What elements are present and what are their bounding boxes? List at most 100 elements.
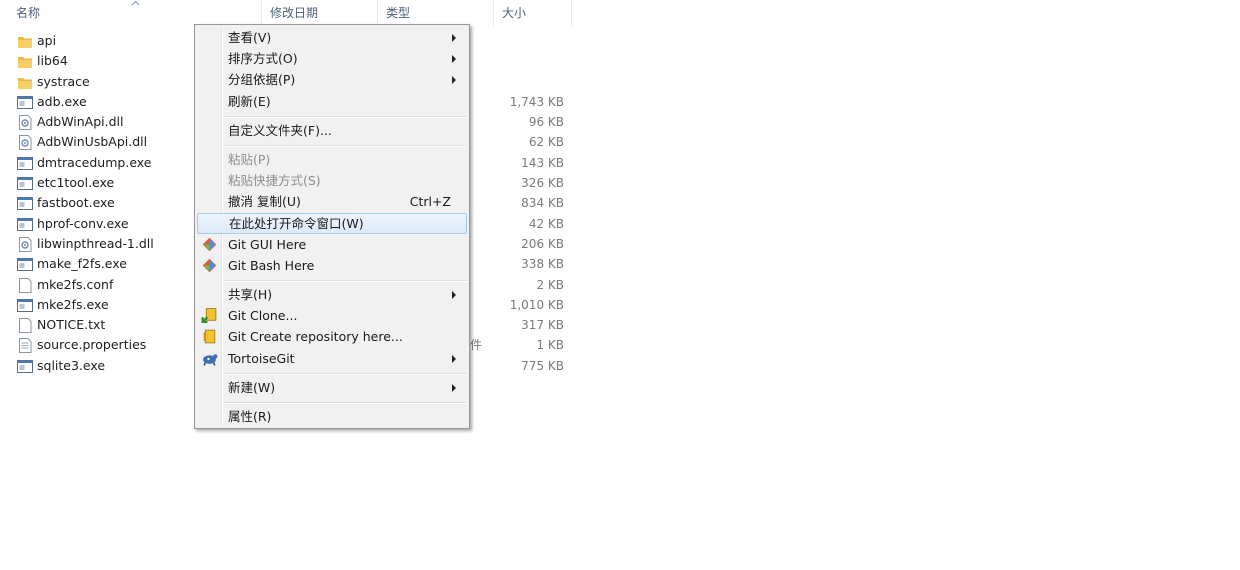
menu-item-label: Git Clone... [228,308,298,323]
column-size[interactable]: 大小 [494,0,572,26]
folder-icon [17,54,33,69]
menu-item-properties[interactable]: 属性(R) [197,406,467,427]
menu-item-label: 粘贴快捷方式(S) [228,173,321,188]
exe-icon [17,298,33,313]
menu-item-label: 自定义文件夹(F)... [228,123,332,138]
file-name: dmtracedump.exe [37,154,152,170]
menu-item-new[interactable]: 新建(W) [197,377,467,398]
file-name: hprof-conv.exe [37,215,129,231]
file-size: 338 KB [521,257,564,272]
git-logo-icon [202,258,217,273]
exe-icon [17,196,33,211]
menu-item-git-create-repository[interactable]: Git Create repository here... [197,326,467,347]
menu-item-customize-folder[interactable]: 自定义文件夹(F)... [197,120,467,141]
menu-item-label: Git Create repository here... [228,329,403,344]
menu-item-label: 撤消 复制(U) [228,194,301,209]
folder-icon [17,75,33,90]
menu-item-label: Git Bash Here [228,258,315,273]
submenu-arrow-icon [452,55,456,63]
menu-item-label: 在此处打开命令窗口(W) [229,216,364,231]
menu-item-undo-copy[interactable]: 撤消 复制(U) Ctrl+Z [197,191,467,212]
dll-icon [17,115,33,131]
file-size [470,31,564,51]
file-name: AdbWinApi.dll [37,114,124,130]
tortoisegit-icon [203,354,218,366]
menu-item-label: Git GUI Here [228,237,307,252]
git-logo-icon [202,237,217,252]
file-name: source.properties [37,337,147,353]
file-name: make_f2fs.exe [37,256,127,272]
column-type[interactable]: 类型 [378,0,494,26]
file-name: etc1tool.exe [37,175,115,191]
menu-separator [223,116,467,118]
exe-icon [17,95,33,110]
blank-file-icon [17,277,33,293]
menu-item-label: TortoiseGit [228,351,295,366]
exe-icon [17,359,33,374]
exe-icon [17,257,33,272]
menu-item-label: 共享(H) [228,287,273,302]
file-size: 96 KB [528,115,564,130]
blank-file-icon [17,318,33,334]
file-size: 42 KB [528,216,564,231]
menu-item-label: 分组依据(P) [228,72,296,87]
submenu-arrow-icon [452,384,456,392]
context-menu: 查看(V) 排序方式(O) 分组依据(P) 刷新(E) 自定义文件夹(F)...… [194,24,470,429]
file-size: 62 KB [528,135,564,150]
git-clone-icon [201,308,217,323]
file-size: 2 KB [536,277,564,292]
menu-item-label: 粘贴(P) [228,152,271,167]
file-size [470,51,564,71]
menu-item-git-gui[interactable]: Git GUI Here [197,234,467,255]
folder-icon [17,34,33,49]
menu-item-label: 属性(R) [228,409,272,424]
file-name: systrace [37,73,90,89]
menu-item-label: 新建(W) [228,380,276,395]
exe-icon [17,217,33,232]
menu-separator [223,280,467,282]
menu-item-view[interactable]: 查看(V) [197,27,467,48]
exe-icon [17,156,33,171]
file-size: 317 KB [521,318,564,333]
text-file-icon [17,338,33,354]
file-name: fastboot.exe [37,195,115,211]
file-size: 326 KB [521,176,564,191]
file-name: AdbWinUsbApi.dll [37,134,148,150]
menu-item-git-bash[interactable]: Git Bash Here [197,255,467,276]
file-name: api [37,33,57,48]
submenu-arrow-icon [452,355,456,363]
file-size [470,72,564,92]
file-name: mke2fs.exe [37,296,109,312]
file-name: NOTICE.txt [37,317,106,333]
file-size: 1 KB [536,338,564,353]
submenu-arrow-icon [452,291,456,299]
file-name: mke2fs.conf [37,276,114,292]
column-name[interactable]: 名称 [8,0,262,26]
menu-item-paste: 粘贴(P) [197,149,467,170]
menu-item-label: 刷新(E) [228,94,271,109]
column-date-modified[interactable]: 修改日期 [262,0,378,26]
file-name: sqlite3.exe [37,357,106,373]
file-name: libwinpthread-1.dll [37,235,154,251]
submenu-arrow-icon [452,34,456,42]
menu-item-sort[interactable]: 排序方式(O) [197,48,467,69]
menu-item-label: 排序方式(O) [228,51,298,66]
dll-icon [17,135,33,151]
file-name: lib64 [37,53,68,69]
keyboard-shortcut: Ctrl+Z [409,194,451,209]
git-create-repository-icon [203,329,216,344]
menu-item-refresh[interactable]: 刷新(E) [197,91,467,112]
file-size: 775 KB [521,358,564,373]
file-size: 143 KB [521,155,564,170]
menu-item-paste-shortcut: 粘贴快捷方式(S) [197,170,467,191]
menu-item-open-command-window[interactable]: 在此处打开命令窗口(W) [197,213,467,234]
menu-separator [223,145,467,147]
menu-separator [223,373,467,375]
file-size: 834 KB [521,196,564,211]
menu-item-git-clone[interactable]: Git Clone... [197,305,467,326]
file-size: 206 KB [521,236,564,251]
column-header: 名称 修改日期 类型 大小 [0,0,572,26]
menu-item-share[interactable]: 共享(H) [197,284,467,305]
menu-item-tortoisegit[interactable]: TortoiseGit [197,348,467,369]
menu-item-group-by[interactable]: 分组依据(P) [197,69,467,90]
